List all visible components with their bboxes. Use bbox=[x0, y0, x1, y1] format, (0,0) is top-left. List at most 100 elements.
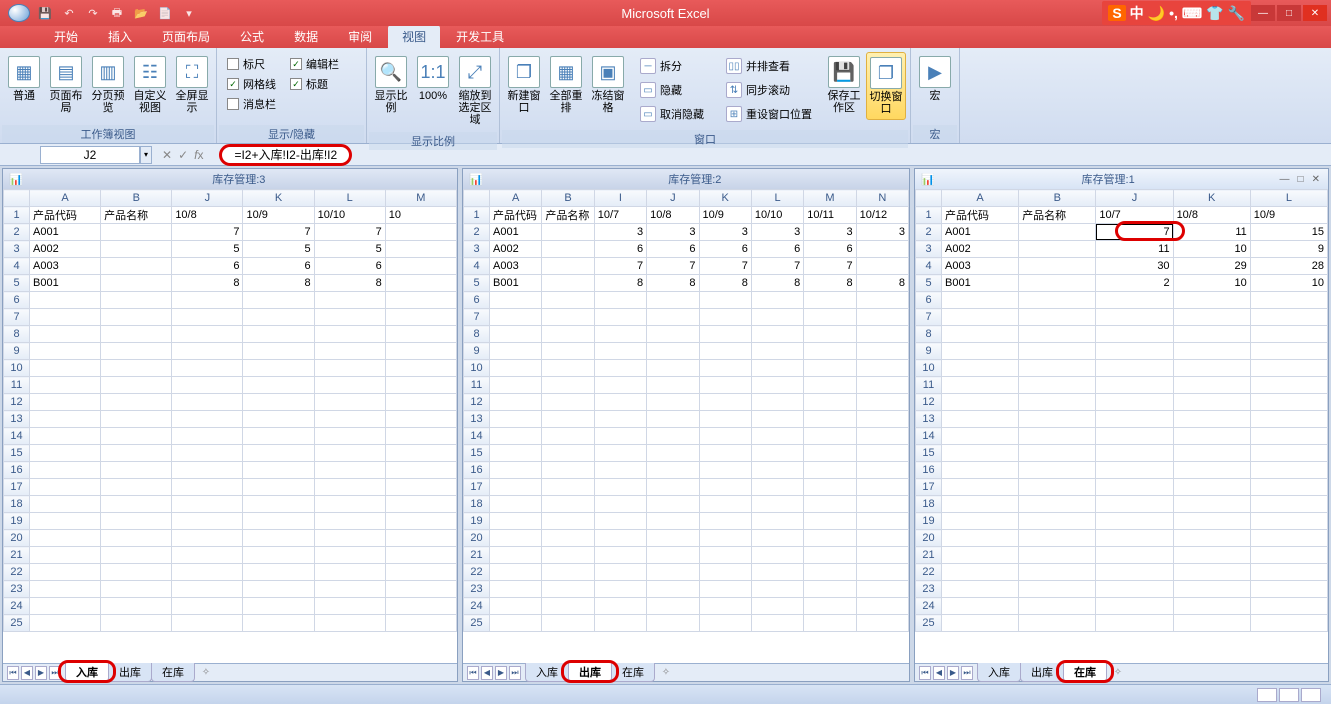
cell[interactable] bbox=[385, 530, 456, 547]
cell[interactable] bbox=[542, 615, 594, 632]
tab-nav[interactable]: ▶ bbox=[35, 666, 47, 680]
cell[interactable]: A003 bbox=[30, 258, 101, 275]
row-header-19[interactable]: 19 bbox=[916, 513, 942, 530]
col-header-J[interactable]: J bbox=[1096, 190, 1173, 207]
cell[interactable] bbox=[101, 428, 172, 445]
view-normal[interactable]: ▦普通 bbox=[4, 52, 44, 106]
cell[interactable] bbox=[385, 275, 456, 292]
new-sheet-button[interactable]: ✧ bbox=[1108, 667, 1128, 678]
cell[interactable] bbox=[101, 309, 172, 326]
cell[interactable] bbox=[101, 564, 172, 581]
cell[interactable] bbox=[1096, 445, 1173, 462]
cell[interactable] bbox=[385, 564, 456, 581]
cell[interactable] bbox=[172, 496, 243, 513]
cell[interactable] bbox=[490, 598, 542, 615]
cell[interactable] bbox=[594, 496, 646, 513]
cell[interactable] bbox=[542, 598, 594, 615]
col-header-B[interactable]: B bbox=[101, 190, 172, 207]
cell[interactable]: 10/11 bbox=[804, 207, 856, 224]
cell[interactable] bbox=[542, 360, 594, 377]
cell[interactable] bbox=[243, 581, 314, 598]
row-header-12[interactable]: 12 bbox=[464, 394, 490, 411]
cell[interactable] bbox=[30, 530, 101, 547]
cell[interactable] bbox=[1096, 343, 1173, 360]
col-header-K[interactable]: K bbox=[243, 190, 314, 207]
cell[interactable] bbox=[314, 343, 385, 360]
row-header-24[interactable]: 24 bbox=[916, 598, 942, 615]
cell[interactable] bbox=[804, 530, 856, 547]
cell[interactable]: 6 bbox=[699, 241, 751, 258]
sheet-tab-出库[interactable]: 出库 bbox=[1020, 663, 1064, 682]
cell[interactable] bbox=[1096, 428, 1173, 445]
row-header-2[interactable]: 2 bbox=[916, 224, 942, 241]
cell[interactable] bbox=[314, 547, 385, 564]
cell[interactable] bbox=[1250, 496, 1327, 513]
cell[interactable] bbox=[101, 360, 172, 377]
cell[interactable]: 6 bbox=[647, 241, 699, 258]
cell[interactable] bbox=[804, 377, 856, 394]
cell[interactable]: 5 bbox=[314, 241, 385, 258]
cell[interactable] bbox=[699, 581, 751, 598]
cell[interactable] bbox=[1173, 445, 1250, 462]
cell[interactable] bbox=[490, 360, 542, 377]
cell[interactable] bbox=[647, 547, 699, 564]
tab-nav[interactable]: ⏮ bbox=[919, 666, 931, 680]
cancel-formula[interactable]: ✕ bbox=[162, 148, 172, 162]
child-titlebar[interactable]: 📊库存管理:1—□✕ bbox=[915, 169, 1328, 189]
tab-开始[interactable]: 开始 bbox=[40, 25, 92, 48]
cell[interactable]: 10/12 bbox=[856, 207, 908, 224]
row-header-24[interactable]: 24 bbox=[4, 598, 30, 615]
cell[interactable] bbox=[243, 445, 314, 462]
cell[interactable] bbox=[385, 377, 456, 394]
cell[interactable] bbox=[804, 479, 856, 496]
freeze[interactable]: ▣冻结窗格 bbox=[588, 52, 628, 118]
cell[interactable] bbox=[314, 292, 385, 309]
cell[interactable] bbox=[856, 445, 908, 462]
row-header-19[interactable]: 19 bbox=[4, 513, 30, 530]
cell[interactable] bbox=[1019, 343, 1096, 360]
ime-skin-icon[interactable]: 👕 bbox=[1206, 5, 1223, 22]
hide[interactable]: ▭隐藏 bbox=[636, 80, 708, 100]
cell[interactable] bbox=[243, 343, 314, 360]
ime-logo[interactable]: S bbox=[1108, 5, 1125, 21]
ime-moon-icon[interactable]: 🌙 bbox=[1148, 5, 1165, 22]
cell[interactable] bbox=[647, 428, 699, 445]
row-header-7[interactable]: 7 bbox=[4, 309, 30, 326]
cell[interactable] bbox=[942, 564, 1019, 581]
cell[interactable] bbox=[647, 292, 699, 309]
row-header-8[interactable]: 8 bbox=[4, 326, 30, 343]
cell[interactable] bbox=[1019, 445, 1096, 462]
qat-new[interactable]: 📄 bbox=[156, 4, 174, 22]
cell[interactable] bbox=[490, 377, 542, 394]
name-box[interactable]: J2 bbox=[40, 146, 140, 164]
tab-nav[interactable]: ⏮ bbox=[7, 666, 19, 680]
child-close[interactable]: ✕ bbox=[1310, 174, 1322, 185]
cell[interactable] bbox=[30, 615, 101, 632]
cell[interactable] bbox=[751, 530, 803, 547]
cell[interactable] bbox=[243, 360, 314, 377]
cell[interactable]: 8 bbox=[699, 275, 751, 292]
cell[interactable] bbox=[314, 513, 385, 530]
tab-nav[interactable]: ◀ bbox=[21, 666, 33, 680]
cell[interactable] bbox=[699, 564, 751, 581]
cell[interactable] bbox=[647, 496, 699, 513]
cell[interactable] bbox=[1250, 326, 1327, 343]
cell[interactable] bbox=[856, 411, 908, 428]
cell[interactable] bbox=[699, 615, 751, 632]
cell[interactable]: A001 bbox=[490, 224, 542, 241]
ime-keyboard-icon[interactable]: ⌨ bbox=[1182, 5, 1202, 22]
cell[interactable] bbox=[594, 309, 646, 326]
cell[interactable]: 产品代码 bbox=[30, 207, 101, 224]
cell[interactable] bbox=[385, 326, 456, 343]
cell[interactable] bbox=[594, 394, 646, 411]
cell[interactable] bbox=[30, 479, 101, 496]
cell[interactable] bbox=[542, 275, 594, 292]
cell[interactable] bbox=[30, 496, 101, 513]
cell[interactable] bbox=[30, 394, 101, 411]
cell[interactable] bbox=[172, 615, 243, 632]
arrange-all[interactable]: ▦全部重排 bbox=[546, 52, 586, 118]
row-header-9[interactable]: 9 bbox=[916, 343, 942, 360]
col-header-L[interactable]: L bbox=[1250, 190, 1327, 207]
cell[interactable] bbox=[699, 309, 751, 326]
cell[interactable]: 10 bbox=[385, 207, 456, 224]
